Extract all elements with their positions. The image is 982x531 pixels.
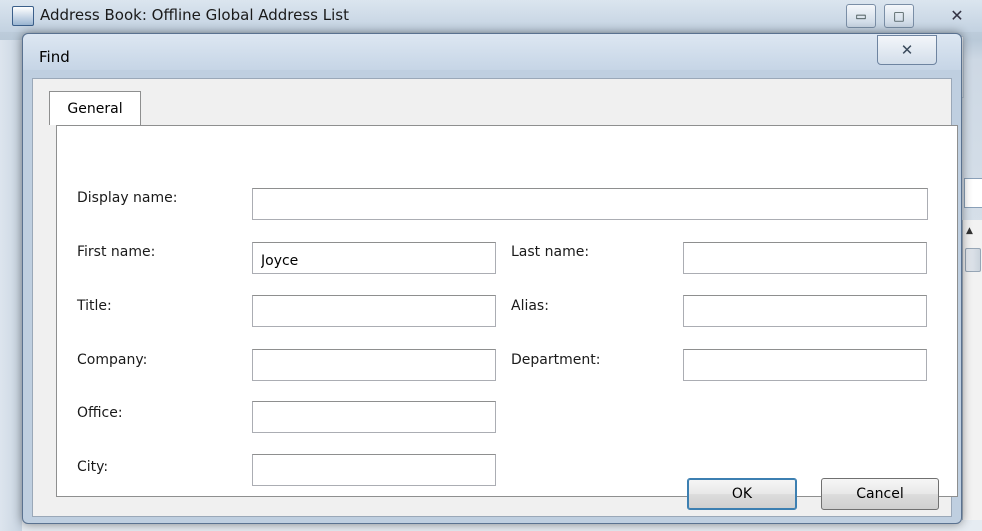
city-input[interactable]	[252, 454, 496, 486]
display-name-label: Display name:	[77, 190, 178, 206]
address-book-side	[0, 40, 22, 531]
office-input[interactable]	[252, 401, 496, 433]
close-icon: ✕	[950, 5, 964, 25]
find-dialog-close-button[interactable]: ✕	[877, 35, 937, 65]
minimize-button[interactable]: ▭	[846, 4, 876, 28]
scroll-thumb[interactable]	[965, 248, 981, 272]
address-book-title: Address Book: Offline Global Address Lis…	[40, 6, 349, 24]
close-icon: ✕	[900, 41, 914, 59]
department-label: Department:	[511, 352, 601, 368]
maximize-button[interactable]: □	[884, 4, 914, 28]
title-input[interactable]	[252, 295, 496, 327]
department-input[interactable]	[683, 349, 927, 381]
scroll-up-icon[interactable]: ▲	[966, 226, 973, 236]
company-label: Company:	[77, 352, 148, 368]
title-label: Title:	[77, 298, 112, 314]
maximize-icon: □	[893, 9, 905, 23]
office-label: Office:	[77, 405, 123, 421]
ok-button[interactable]: OK	[687, 478, 797, 510]
find-dialog: Find ✕ General Display name: First name:…	[22, 33, 962, 524]
general-tab-panel: Display name: First name: Last name: Tit…	[56, 125, 958, 497]
address-book-search-field[interactable]	[964, 178, 982, 208]
address-book-titlebar: Address Book: Offline Global Address Lis…	[0, 0, 982, 32]
last-name-input[interactable]	[683, 242, 927, 274]
company-input[interactable]	[252, 349, 496, 381]
find-dialog-title: Find	[39, 48, 70, 66]
cancel-button[interactable]: Cancel	[821, 478, 939, 510]
address-book-list-scrollbar[interactable]: ▲	[962, 220, 982, 520]
alias-input[interactable]	[683, 295, 927, 327]
tab-general[interactable]: General	[49, 91, 141, 125]
address-book-icon	[12, 6, 34, 26]
alias-label: Alias:	[511, 298, 549, 314]
minimize-icon: ▭	[855, 9, 867, 23]
window-close-button[interactable]: ✕	[940, 4, 974, 26]
tab-general-label: General	[67, 100, 123, 117]
first-name-input[interactable]	[252, 242, 496, 274]
last-name-label: Last name:	[511, 244, 590, 260]
first-name-label: First name:	[77, 244, 156, 260]
city-label: City:	[77, 459, 109, 475]
find-dialog-titlebar: Find ✕	[23, 34, 961, 70]
display-name-input[interactable]	[252, 188, 928, 220]
